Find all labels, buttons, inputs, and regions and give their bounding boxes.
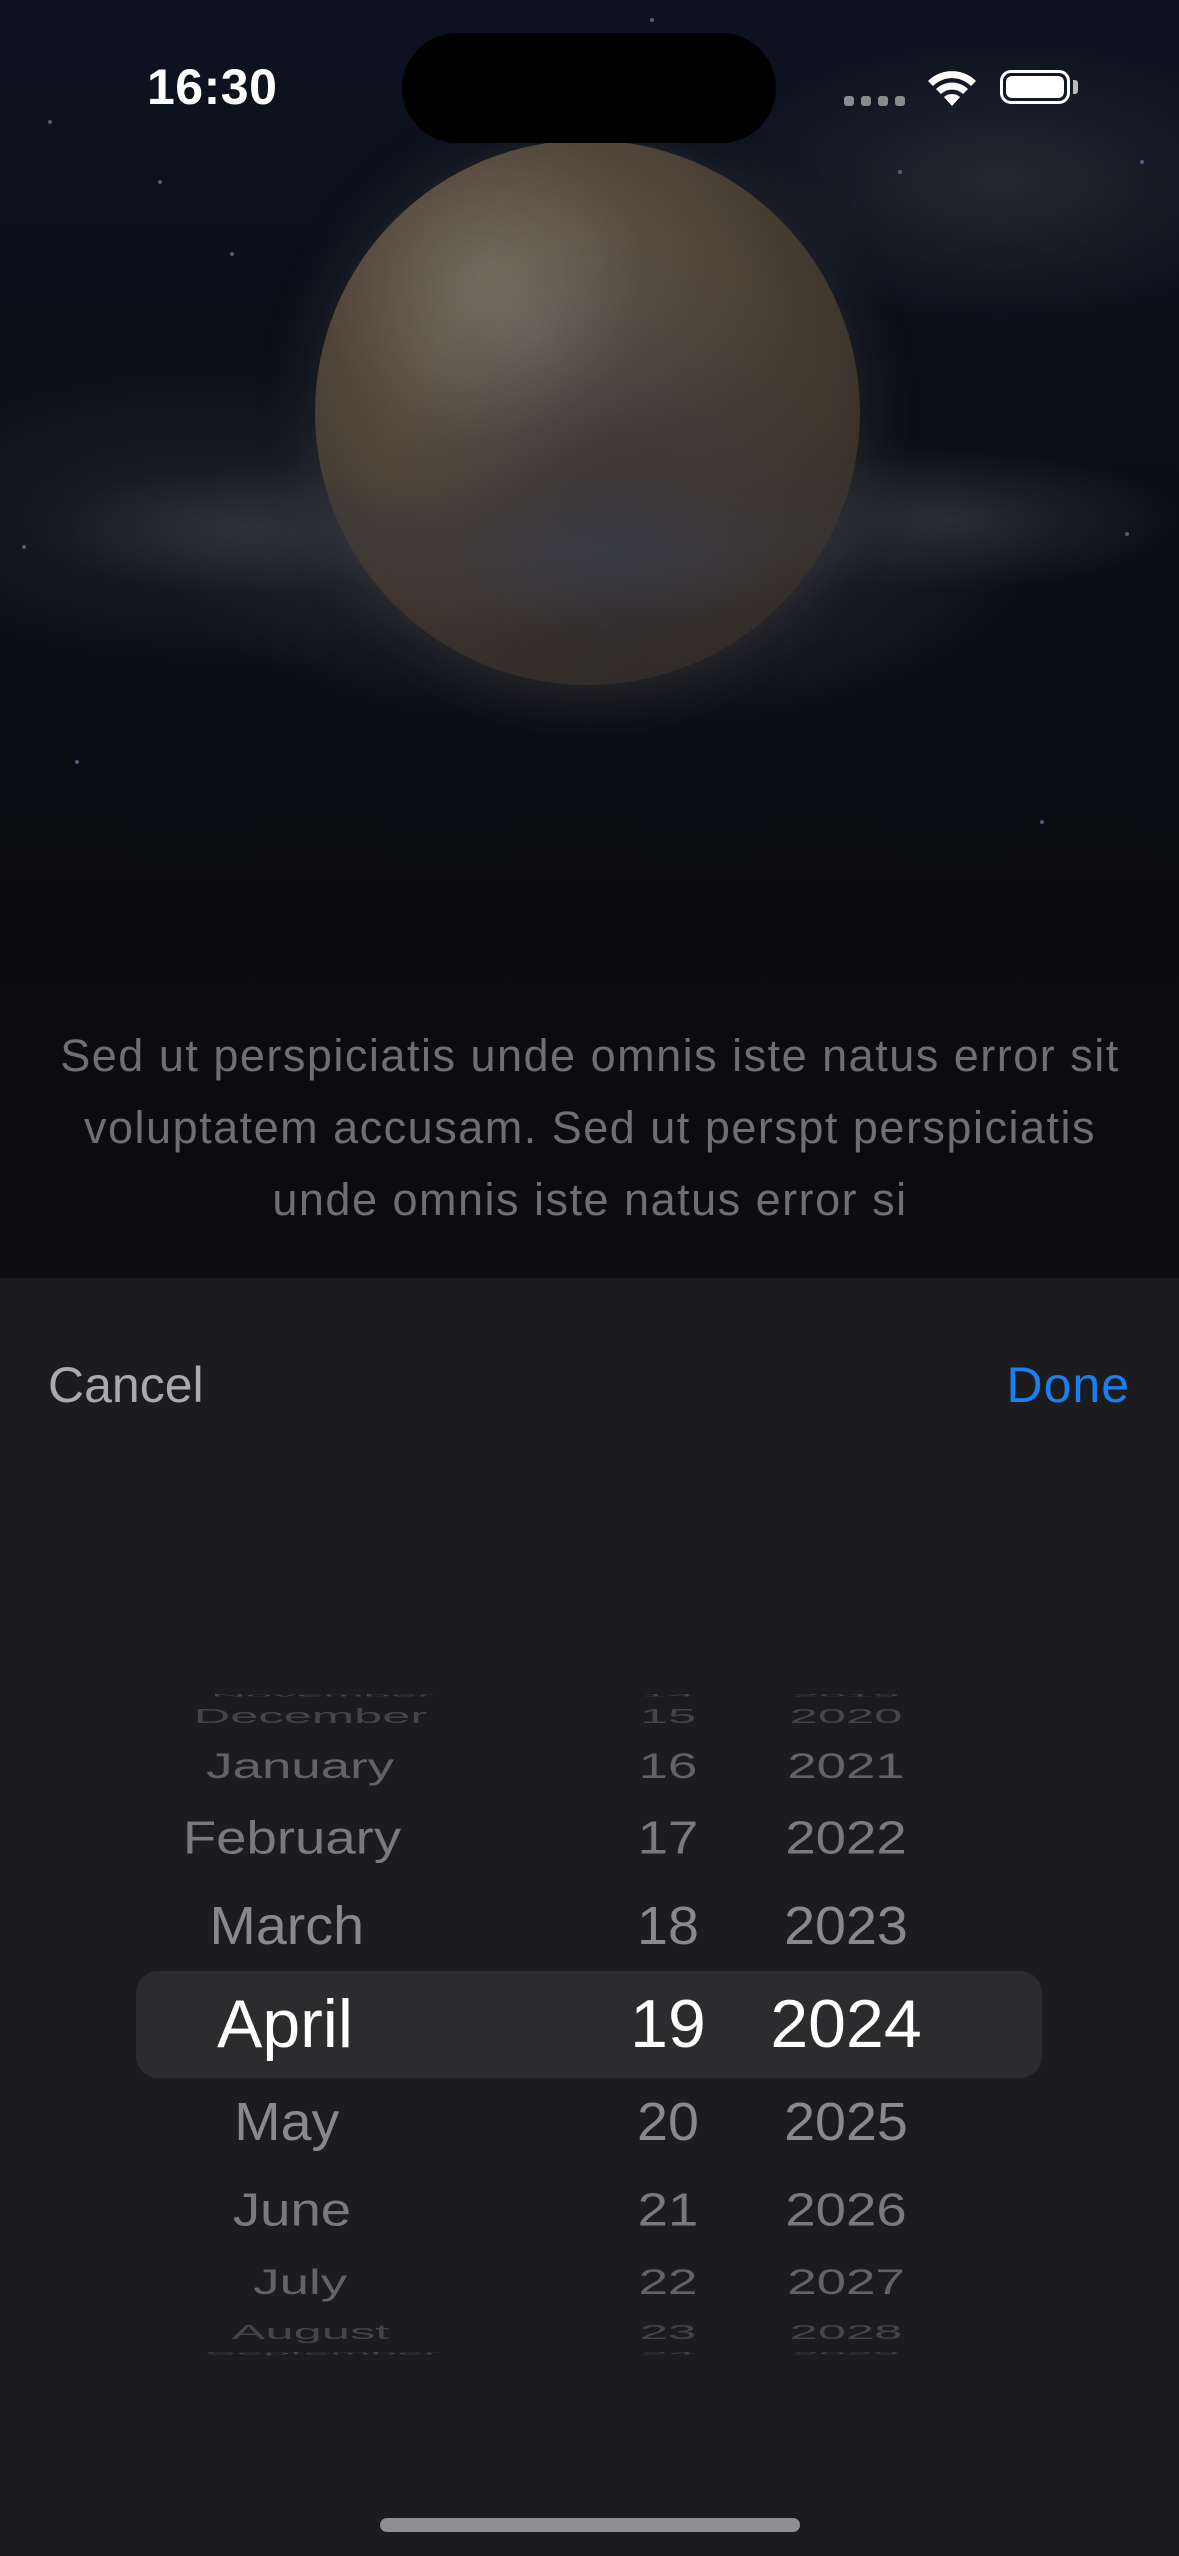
battery-tip-icon — [1073, 80, 1078, 94]
month-option-November[interactable]: November — [25, 1693, 619, 1697]
star — [75, 760, 79, 764]
year-option-2019[interactable]: 2019 — [717, 1693, 975, 1697]
star — [158, 180, 162, 184]
description-text: Sed ut perspiciatis unde omnis iste natu… — [60, 1030, 1120, 1225]
star — [1040, 820, 1044, 824]
home-indicator[interactable] — [380, 2518, 800, 2532]
dynamic-island — [402, 33, 776, 143]
year-option-2025[interactable]: 2025 — [697, 2094, 995, 2148]
cancel-button[interactable]: Cancel — [48, 1356, 204, 1414]
year-option-2024[interactable]: 2024 — [696, 1990, 996, 2058]
wifi-icon — [928, 71, 976, 106]
star — [230, 252, 234, 256]
year-option-2028[interactable]: 2028 — [710, 2321, 981, 2341]
year-option-2027[interactable]: 2027 — [705, 2265, 988, 2300]
battery-icon — [1000, 70, 1070, 104]
star — [1140, 160, 1144, 164]
status-bar-time: 16:30 — [147, 59, 278, 115]
month-option-August[interactable]: August — [0, 2321, 623, 2341]
star — [898, 170, 902, 174]
year-option-2029[interactable]: 2029 — [717, 2351, 975, 2355]
year-option-2020[interactable]: 2020 — [710, 1706, 981, 1726]
year-option-2023[interactable]: 2023 — [697, 1899, 995, 1953]
year-option-2026[interactable]: 2026 — [700, 2187, 992, 2233]
star — [48, 120, 52, 124]
done-button[interactable]: Done — [1006, 1356, 1130, 1414]
date-wheel-picker[interactable]: November December January February March Apri… — [0, 1620, 1179, 2410]
star — [650, 18, 654, 22]
month-option-December[interactable]: December — [0, 1706, 623, 1726]
year-option-2022[interactable]: 2022 — [700, 1814, 992, 1861]
cellular-signal-icon — [844, 96, 906, 106]
month-option-September[interactable]: September — [25, 2351, 619, 2355]
clouds-image — [0, 380, 1179, 760]
year-option-2021[interactable]: 2021 — [705, 1748, 988, 1783]
